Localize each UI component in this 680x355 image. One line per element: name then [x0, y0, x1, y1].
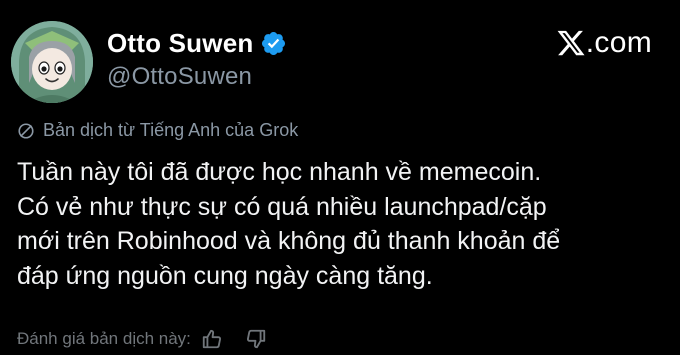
- x-logo-icon: [556, 28, 586, 58]
- thumbs-up-icon[interactable]: [201, 328, 223, 350]
- avatar-illustration: [11, 21, 93, 103]
- tweet-card: Otto Suwen @OttoSuwen .com Bản dịch từ T: [0, 0, 680, 354]
- display-name[interactable]: Otto Suwen: [107, 28, 253, 59]
- tweet-text: Tuần này tôi đã được học nhanh về memeco…: [17, 158, 561, 290]
- author-block: Otto Suwen @OttoSuwen: [107, 26, 287, 91]
- globe-off-icon: [17, 122, 35, 140]
- translation-label: Bản dịch từ Tiếng Anh của Grok: [43, 120, 299, 140]
- thumbs-down-icon[interactable]: [245, 328, 267, 350]
- verified-badge-icon: [260, 30, 287, 57]
- handle[interactable]: @OttoSuwen: [107, 63, 287, 91]
- translation-notice: Bản dịch từ Tiếng Anh của Grok: [17, 120, 298, 141]
- brand-text: .com: [585, 26, 652, 59]
- brand-watermark: .com: [556, 26, 652, 60]
- name-row: Otto Suwen: [107, 26, 287, 60]
- avatar[interactable]: [11, 21, 93, 103]
- rate-translation-label: Đánh giá bản dịch này:: [17, 329, 191, 348]
- rate-translation-row: Đánh giá bản dịch này:: [17, 328, 267, 350]
